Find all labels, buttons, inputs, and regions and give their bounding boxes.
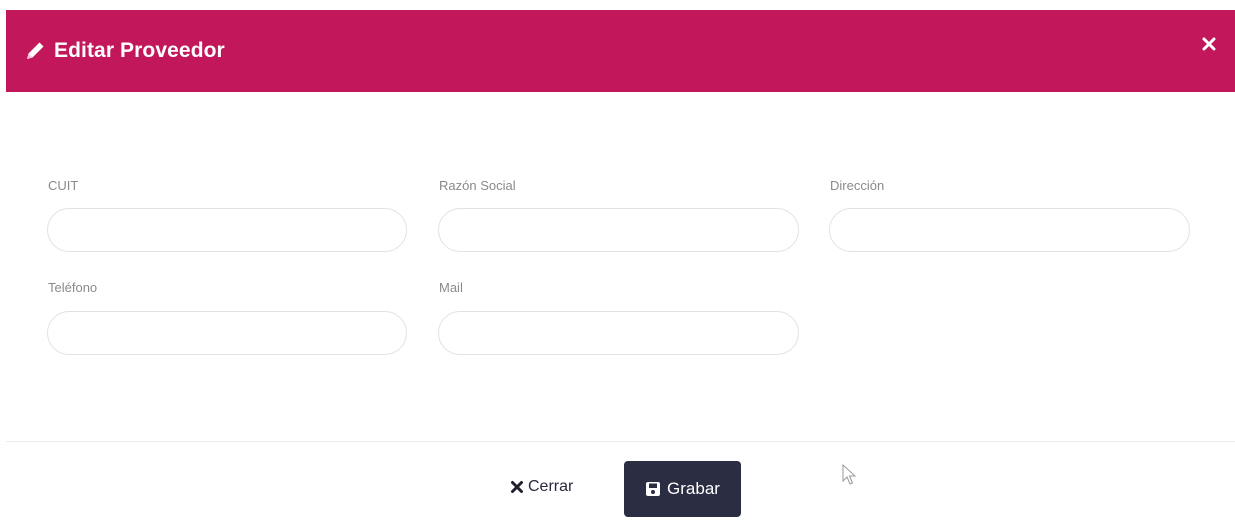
close-icon[interactable]	[1201, 36, 1217, 52]
grabar-button[interactable]: Grabar	[624, 461, 741, 517]
mail-input[interactable]	[438, 311, 799, 355]
footer-divider	[6, 441, 1235, 442]
cerrar-button[interactable]: Cerrar	[504, 465, 579, 509]
mouse-cursor-icon	[842, 464, 856, 485]
mail-label: Mail	[439, 280, 463, 295]
modal-title: Editar Proveedor	[54, 39, 225, 62]
grabar-label: Grabar	[667, 479, 720, 498]
pencil-icon	[27, 42, 44, 59]
modal-header: Editar Proveedor	[6, 10, 1235, 92]
direccion-input[interactable]	[829, 208, 1190, 252]
times-icon	[511, 481, 523, 493]
razon-social-label: Razón Social	[439, 178, 516, 193]
razon-social-input[interactable]	[438, 208, 799, 252]
cuit-label: CUIT	[48, 178, 79, 193]
telefono-label: Teléfono	[48, 280, 98, 295]
cuit-input[interactable]	[47, 208, 407, 252]
cerrar-label: Cerrar	[528, 478, 574, 495]
direccion-label: Dirección	[830, 178, 885, 193]
edit-supplier-modal: Editar Proveedor CUIT Razón Social Direc…	[0, 0, 1235, 529]
telefono-input[interactable]	[47, 311, 407, 355]
save-icon	[646, 482, 661, 496]
